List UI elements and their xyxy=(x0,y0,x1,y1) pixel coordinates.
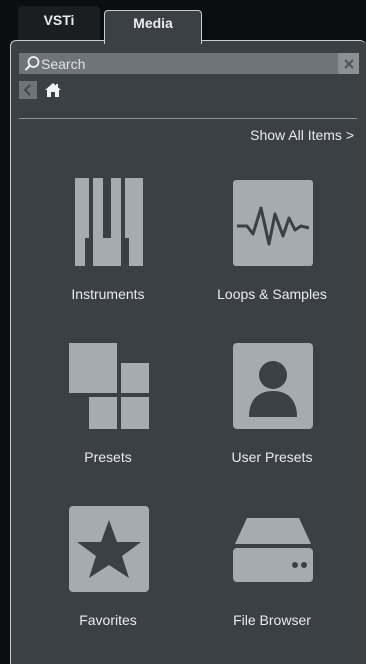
close-icon xyxy=(343,58,354,69)
tile-label: User Presets xyxy=(231,449,313,465)
waveform-icon xyxy=(233,180,313,266)
home-button[interactable] xyxy=(43,81,63,99)
tile-presets[interactable]: Presets xyxy=(33,341,183,481)
user-icon xyxy=(233,343,313,429)
tile-instruments[interactable]: Instruments xyxy=(33,178,183,318)
tile-file-browser[interactable]: File Browser xyxy=(197,504,347,644)
tab-media[interactable]: Media xyxy=(104,10,202,44)
tile-favorites[interactable]: Favorites xyxy=(33,504,183,644)
tile-label: Presets xyxy=(84,449,132,465)
tile-label: Loops & Samples xyxy=(217,286,327,302)
star-icon xyxy=(69,506,149,592)
media-panel: Show All Items > Instruments Loops & Sam… xyxy=(10,40,366,664)
tile-label: Favorites xyxy=(79,612,137,628)
divider xyxy=(19,118,357,119)
tab-vsti[interactable]: VSTi xyxy=(18,6,100,40)
search-input[interactable] xyxy=(41,53,331,74)
search-icon xyxy=(23,55,41,73)
piano-keys-icon xyxy=(75,178,143,266)
tile-label: File Browser xyxy=(233,612,311,628)
tab-bar: VSTi Media xyxy=(0,0,366,44)
tile-user-presets[interactable]: User Presets xyxy=(197,341,347,481)
home-icon xyxy=(45,83,61,97)
presets-blocks-icon xyxy=(69,343,149,429)
back-arrow-icon xyxy=(23,84,31,96)
search-bar xyxy=(19,53,359,74)
show-all-items-link[interactable]: Show All Items > xyxy=(250,127,354,143)
tile-loops-samples[interactable]: Loops & Samples xyxy=(197,178,347,318)
disk-drive-icon xyxy=(233,518,313,582)
back-button[interactable] xyxy=(19,81,37,99)
clear-search-button[interactable] xyxy=(338,53,359,74)
tile-label: Instruments xyxy=(71,286,145,302)
